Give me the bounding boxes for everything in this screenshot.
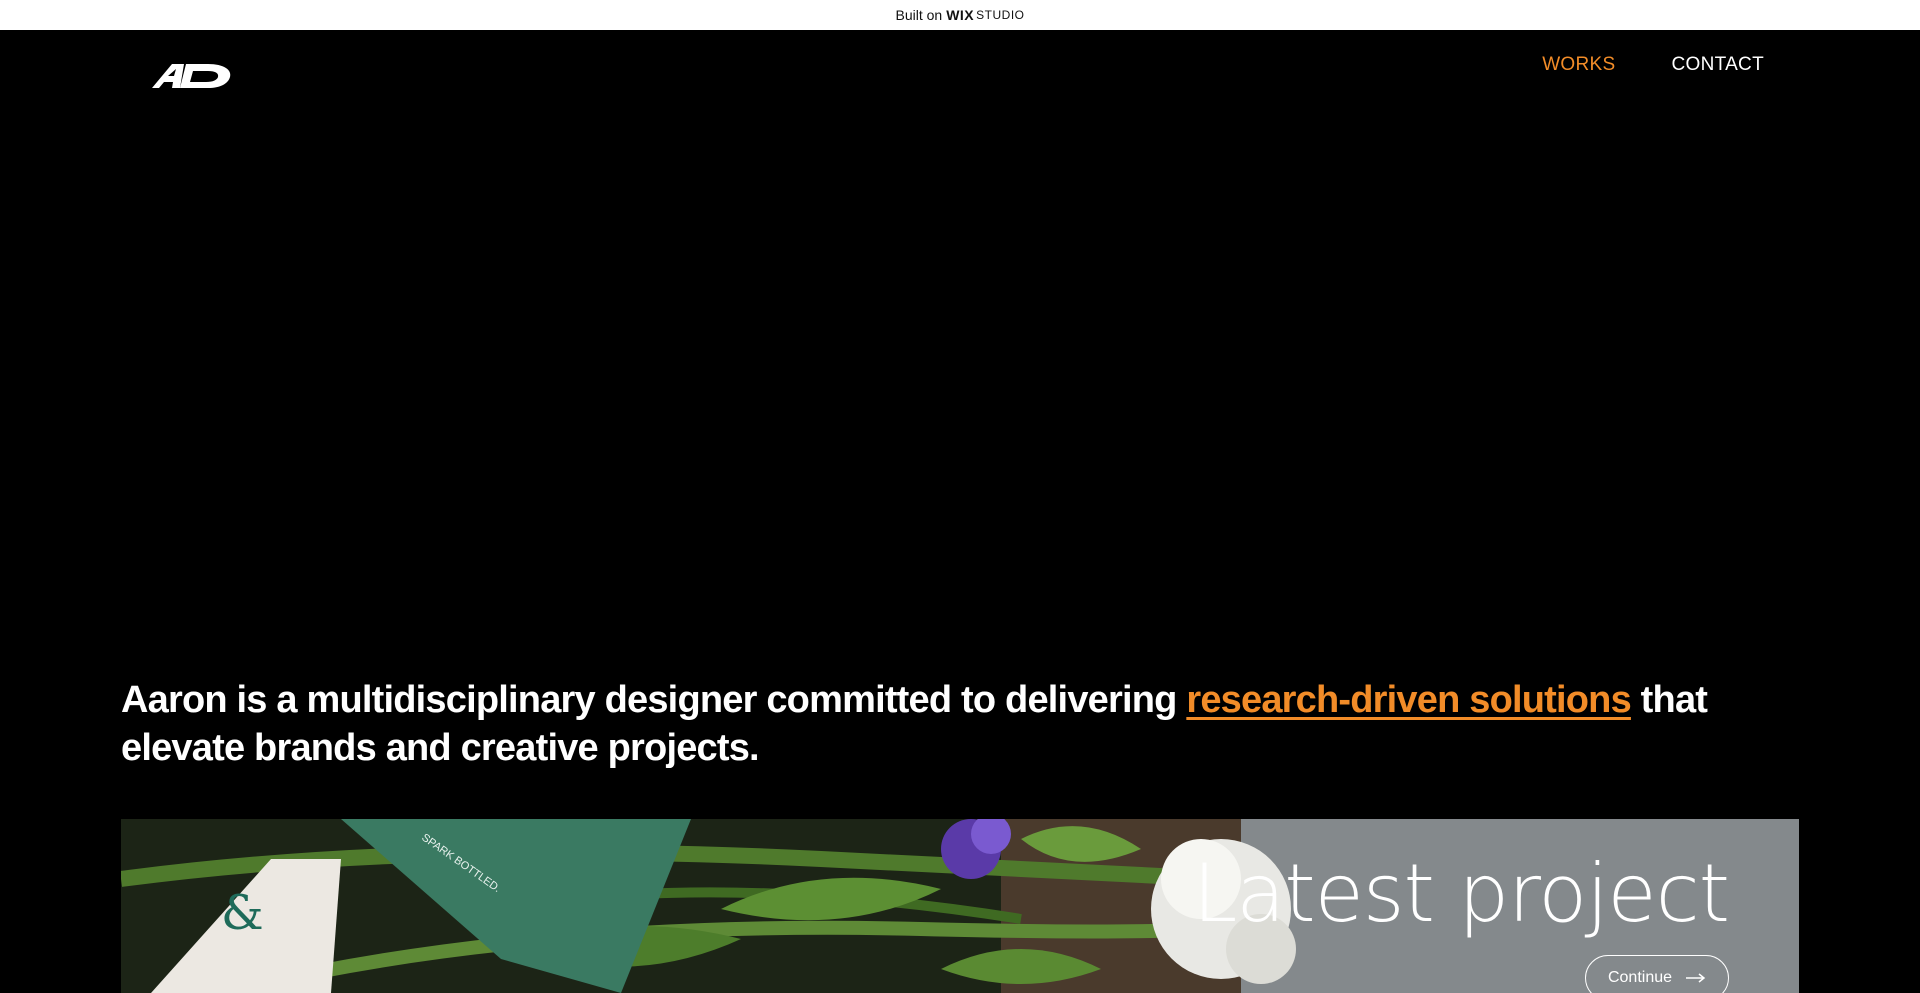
nav-works-link[interactable]: WORKS [1542, 54, 1615, 76]
continue-button-label: Continue [1607, 969, 1673, 986]
wix-studio-text: STUDIO [976, 8, 1025, 22]
continue-button[interactable]: Continue [1585, 955, 1729, 993]
research-driven-link[interactable]: research-driven solutions [1186, 679, 1631, 721]
nav-contact-link[interactable]: CONTACT [1671, 54, 1764, 76]
wix-brand-text: WIX [946, 7, 975, 23]
built-on-text: Built on [895, 7, 943, 23]
latest-project-card[interactable]: & SPARK BOTTLED. Latest project Continue [121, 819, 1799, 993]
ad-logo-icon[interactable] [150, 62, 232, 90]
intro-statement: Aaron is a multidisciplinary designer co… [121, 676, 1821, 772]
site-header: WORKS CONTACT [0, 30, 1920, 130]
wix-banner[interactable]: Built on WIX STUDIO [0, 0, 1920, 30]
arrow-right-icon [1686, 973, 1706, 983]
latest-project-title: Latest project [1192, 847, 1730, 940]
main-nav: WORKS CONTACT [1542, 54, 1764, 76]
card-ampersand-glyph: & [221, 885, 264, 941]
intro-text-before: Aaron is a multidisciplinary designer co… [121, 679, 1187, 721]
